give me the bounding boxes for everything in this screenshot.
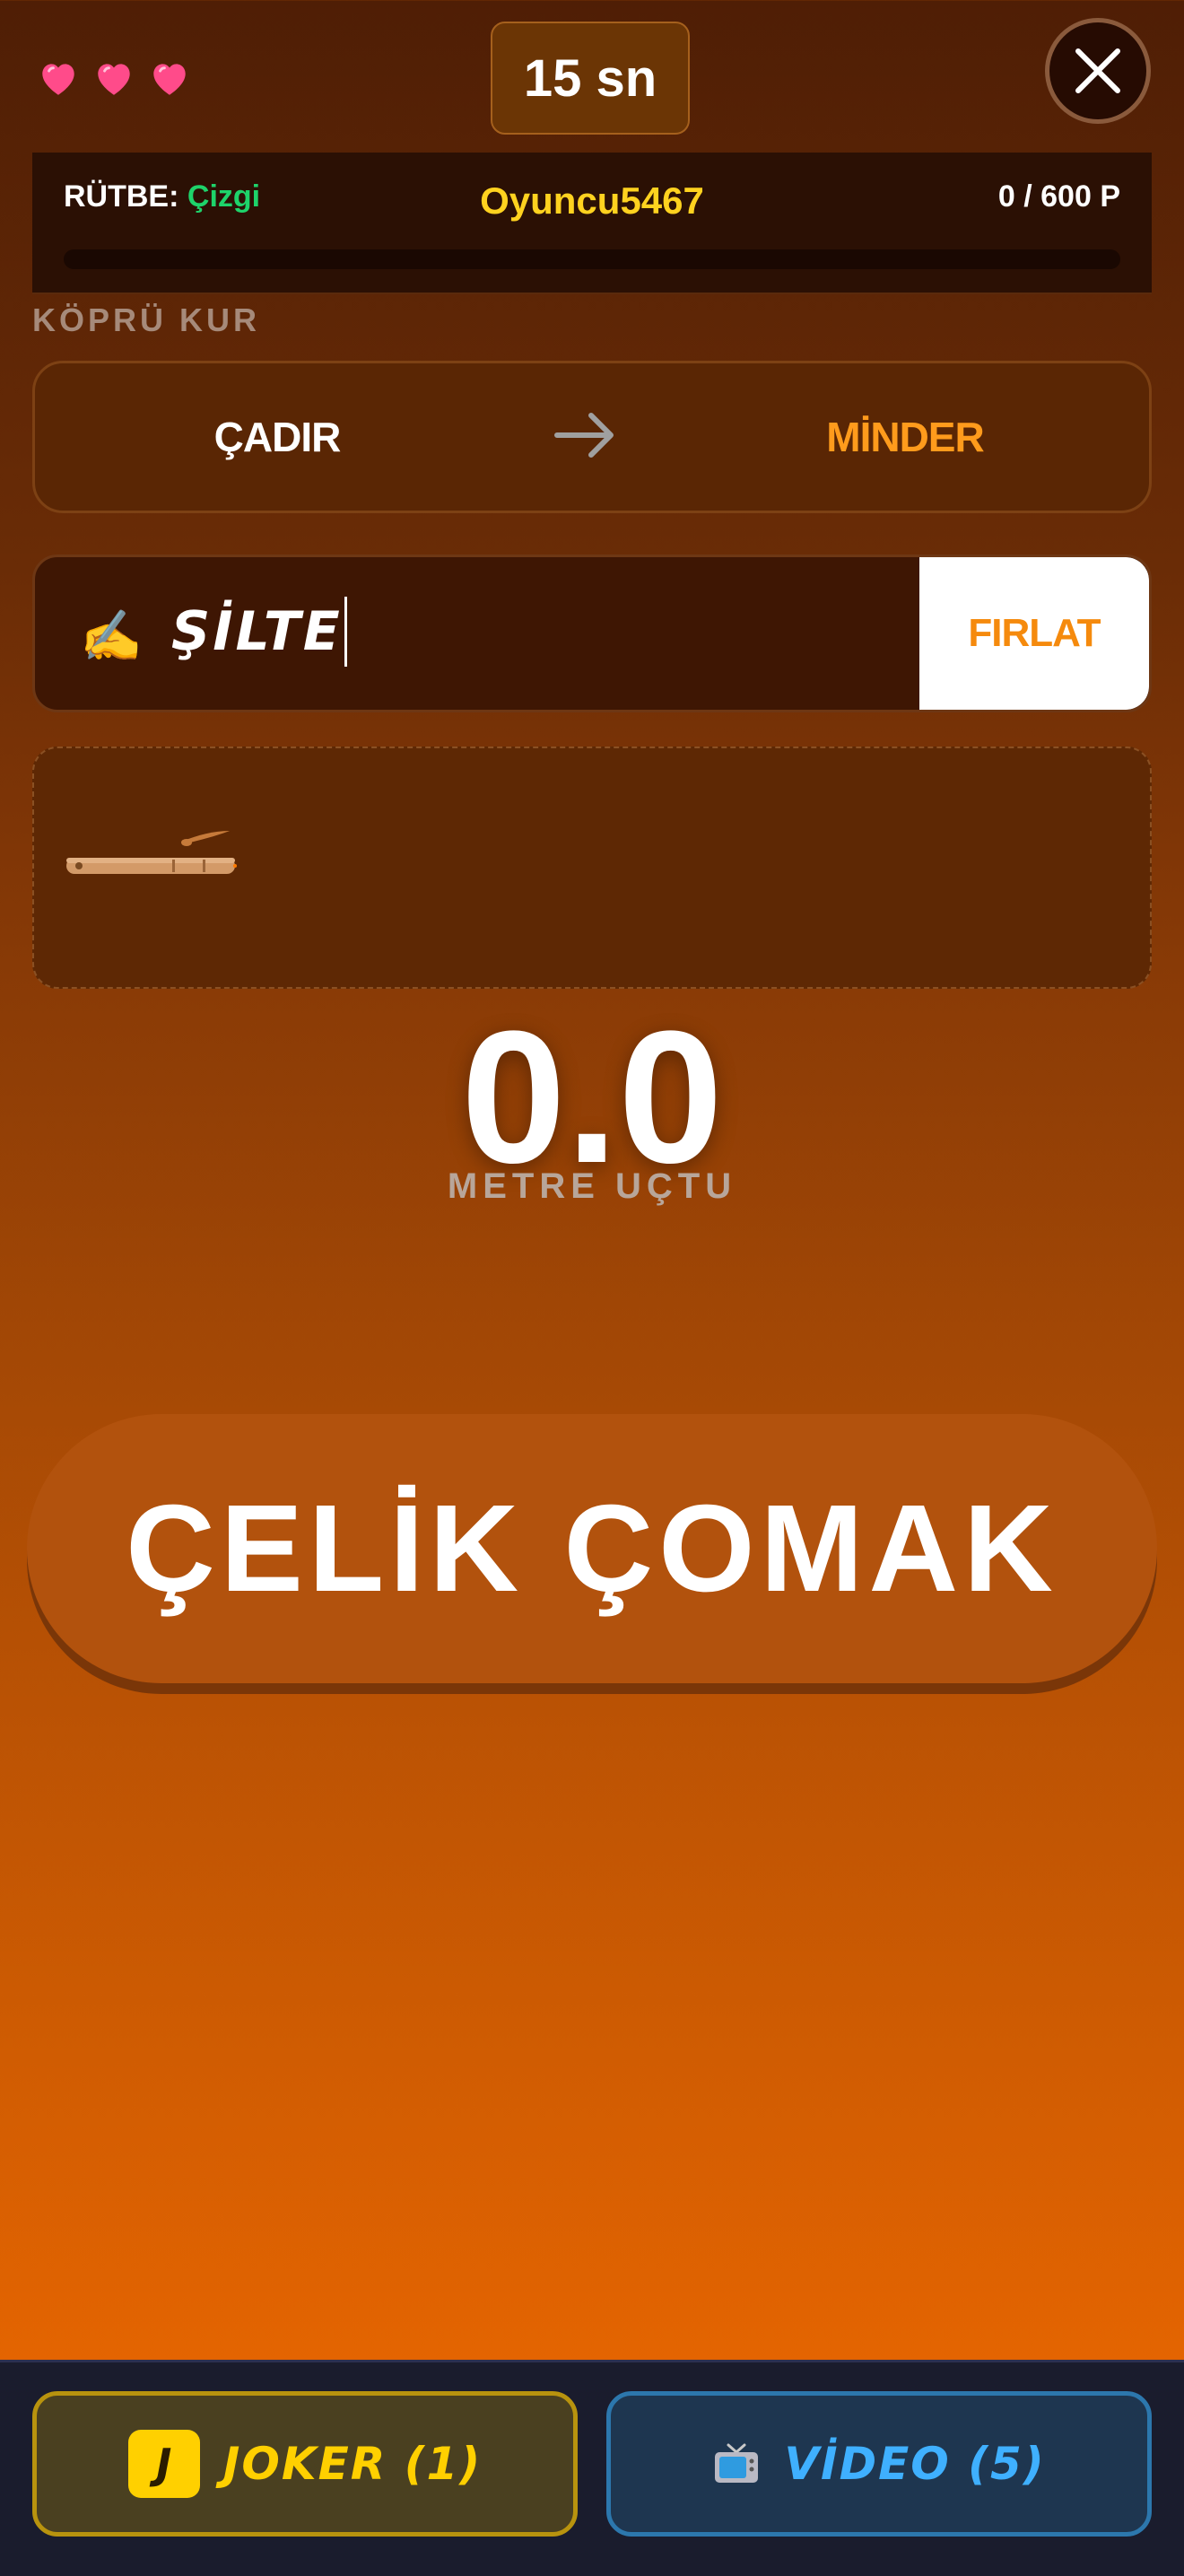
rank-panel: RÜTBE: Çizgi Oyuncu5467 0 / 600 P	[32, 153, 1152, 294]
launch-field	[32, 747, 1152, 989]
player-name: Oyuncu5467	[480, 179, 704, 222]
fire-button[interactable]: FIRLAT	[919, 557, 1149, 710]
lives-display	[36, 56, 192, 100]
text-caret	[344, 597, 347, 667]
timer: 15 sn	[491, 22, 690, 135]
heart-icon	[153, 64, 186, 95]
rank-progress-bar	[64, 249, 1120, 269]
word-input-field[interactable]: ŞİLTE	[171, 597, 347, 667]
to-word: MİNDER	[826, 414, 984, 460]
close-button[interactable]	[1045, 18, 1151, 124]
word-input-value: ŞİLTE	[171, 600, 343, 663]
distance-value: 0.0	[461, 991, 723, 1202]
heart-icon	[98, 64, 130, 95]
celik-comak-button[interactable]: ÇELİK ÇOMAK	[27, 1414, 1157, 1683]
joker-badge-icon: J	[127, 2430, 200, 2498]
video-label: VİDEO (5)	[784, 2438, 1046, 2490]
bottom-bar: J JOKER (1) VİDEO (5)	[0, 2360, 1184, 2576]
from-word: ÇADIR	[213, 414, 342, 460]
arrow-right-icon	[554, 413, 614, 458]
video-button[interactable]: VİDEO (5)	[606, 2391, 1152, 2537]
close-icon	[1075, 48, 1120, 93]
section-title: KÖPRÜ KUR	[32, 301, 261, 338]
distance-label: METRE UÇTU	[447, 1166, 737, 1206]
stick-icon	[66, 831, 237, 874]
heart-icon	[42, 64, 74, 95]
tv-icon	[715, 2443, 759, 2483]
writing-hand-icon: ✍️	[80, 607, 143, 664]
points-display: 0 / 600 P	[997, 179, 1120, 214]
word-input[interactable]: ✍️ ŞİLTE FIRLAT	[32, 554, 1152, 712]
joker-label: JOKER (1)	[222, 2438, 483, 2490]
bridge-panel: ÇADIR MİNDER	[32, 361, 1152, 513]
joker-button[interactable]: J JOKER (1)	[32, 2391, 578, 2537]
